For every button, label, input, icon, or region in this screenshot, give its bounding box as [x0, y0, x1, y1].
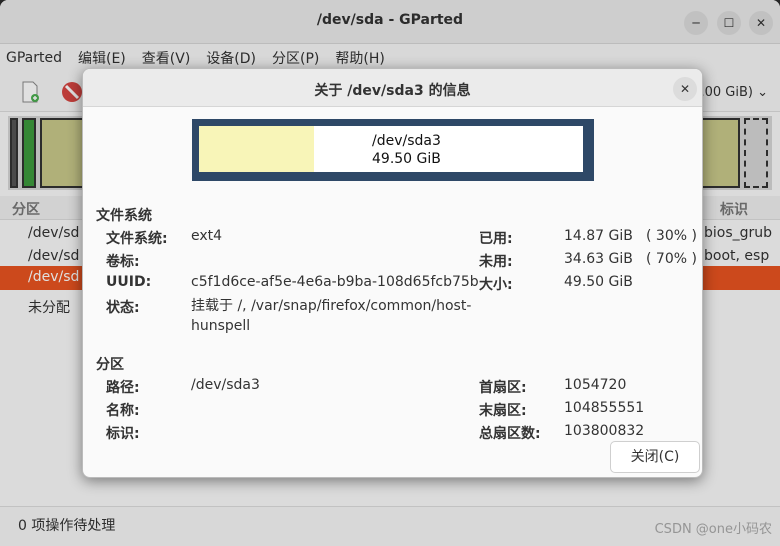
total-sectors-value: 103800832 [564, 423, 645, 439]
close-button[interactable]: 关闭(C) [610, 441, 700, 473]
partition-info-dialog: 关于 /dev/sda3 的信息 ✕ /dev/sda3 49.50 GiB 文… [82, 68, 703, 478]
first-sector-value: 1054720 [564, 377, 627, 393]
path-label: 路径: [106, 380, 140, 396]
section-filesystem: 文件系统 [96, 208, 152, 224]
usage-bar-partition-name: /dev/sda3 [372, 133, 441, 149]
section-partition: 分区 [96, 357, 124, 373]
last-sector-value: 104855551 [564, 400, 645, 416]
usage-bar: /dev/sda3 49.50 GiB [192, 119, 594, 181]
usage-bar-used [199, 126, 314, 172]
dialog-title: 关于 /dev/sda3 的信息 [314, 83, 471, 99]
fs-label: 文件系统: [106, 231, 168, 247]
uuid-label: UUID: [106, 274, 152, 290]
name-label: 名称: [106, 403, 140, 419]
last-sector-label: 末扇区: [479, 403, 527, 419]
fs-value: ext4 [191, 228, 223, 244]
size-label: 大小: [479, 277, 513, 293]
size-value: 49.50 GiB [564, 274, 633, 290]
used-value: 14.87 GiB [564, 228, 633, 244]
status-value: 挂载于 /, /var/snap/firefox/common/host-hun… [191, 298, 472, 334]
volume-label: 卷标: [106, 254, 140, 270]
dialog-close-icon[interactable]: ✕ [673, 77, 697, 101]
dialog-titlebar: 关于 /dev/sda3 的信息 ✕ [83, 69, 702, 107]
total-sectors-label: 总扇区数: [479, 426, 541, 442]
status-label: 状态: [106, 300, 140, 316]
first-sector-label: 首扇区: [479, 380, 527, 396]
unused-percent: ( 70% ) [646, 251, 697, 267]
usage-bar-partition-size: 49.50 GiB [372, 151, 441, 167]
uuid-value: c5f1d6ce-af5e-4e6a-b9ba-108d65fcb75b [191, 274, 479, 290]
unused-value: 34.63 GiB [564, 251, 633, 267]
used-label: 已用: [479, 231, 513, 247]
path-value: /dev/sda3 [191, 377, 260, 393]
used-percent: ( 30% ) [646, 228, 697, 244]
unused-label: 未用: [479, 254, 513, 270]
flags-label: 标识: [106, 426, 140, 442]
